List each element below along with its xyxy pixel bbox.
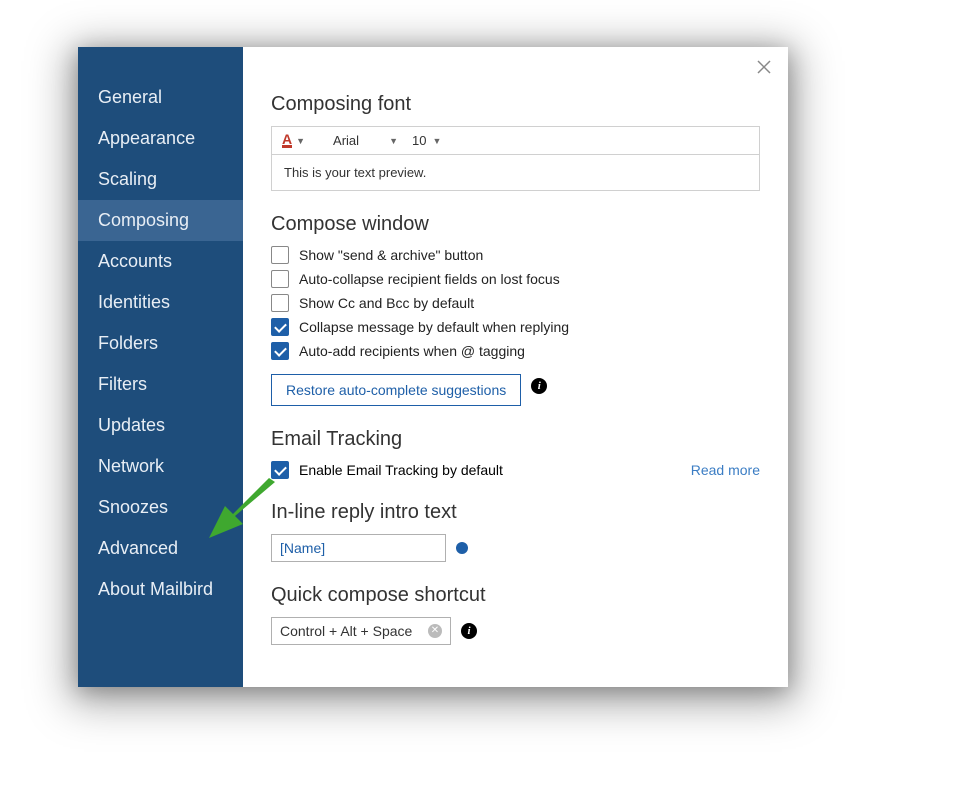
composing-font-title: Composing font — [271, 93, 760, 116]
sidebar-item-composing[interactable]: Composing — [78, 200, 243, 241]
checkbox-cc-bcc[interactable] — [271, 294, 289, 312]
inline-reply-input[interactable] — [271, 534, 446, 562]
font-preview: This is your text preview. — [271, 155, 760, 191]
option-auto-collapse: Auto-collapse recipient fields on lost f… — [271, 270, 760, 288]
font-family-value: Arial — [333, 133, 359, 148]
option-label: Auto-add recipients when @ tagging — [299, 343, 525, 359]
compose-window-title: Compose window — [271, 213, 760, 236]
info-icon[interactable]: i — [531, 378, 547, 394]
sidebar-item-updates[interactable]: Updates — [78, 405, 243, 446]
checkbox-auto-add[interactable] — [271, 342, 289, 360]
checkbox-email-tracking[interactable] — [271, 461, 289, 479]
chevron-down-icon: ▼ — [296, 136, 305, 146]
shortcut-value: Control + Alt + Space — [280, 623, 412, 639]
option-label: Collapse message by default when replyin… — [299, 319, 569, 335]
sidebar-item-folders[interactable]: Folders — [78, 323, 243, 364]
font-size-dropdown[interactable]: 10 ▼ — [412, 133, 441, 148]
font-color-icon: A — [282, 133, 292, 148]
shortcut-input[interactable]: Control + Alt + Space ✕ — [271, 617, 451, 645]
option-cc-bcc: Show Cc and Bcc by default — [271, 294, 760, 312]
tracking-row: Enable Email Tracking by default Read mo… — [271, 461, 760, 479]
option-label: Auto-collapse recipient fields on lost f… — [299, 271, 560, 287]
chevron-down-icon: ▼ — [432, 136, 441, 146]
inline-reply-row — [271, 534, 760, 562]
inline-reply-title: In-line reply intro text — [271, 501, 760, 524]
sidebar: General Appearance Scaling Composing Acc… — [78, 47, 243, 687]
sidebar-item-advanced[interactable]: Advanced — [78, 528, 243, 569]
option-auto-add: Auto-add recipients when @ tagging — [271, 342, 760, 360]
chevron-down-icon: ▼ — [389, 136, 398, 146]
close-icon — [757, 60, 771, 74]
close-button[interactable] — [754, 59, 774, 79]
sidebar-item-network[interactable]: Network — [78, 446, 243, 487]
font-size-value: 10 — [412, 133, 426, 148]
sidebar-item-filters[interactable]: Filters — [78, 364, 243, 405]
checkbox-collapse-reply[interactable] — [271, 318, 289, 336]
checkbox-auto-collapse[interactable] — [271, 270, 289, 288]
sidebar-item-identities[interactable]: Identities — [78, 282, 243, 323]
sidebar-item-accounts[interactable]: Accounts — [78, 241, 243, 282]
status-dot-icon — [456, 542, 468, 554]
sidebar-item-scaling[interactable]: Scaling — [78, 159, 243, 200]
sidebar-item-snoozes[interactable]: Snoozes — [78, 487, 243, 528]
sidebar-item-about[interactable]: About Mailbird — [78, 569, 243, 610]
sidebar-item-general[interactable]: General — [78, 77, 243, 118]
shortcut-row: Control + Alt + Space ✕ i — [271, 617, 760, 645]
read-more-link[interactable]: Read more — [691, 462, 760, 478]
clear-icon[interactable]: ✕ — [428, 624, 442, 638]
option-label: Show Cc and Bcc by default — [299, 295, 474, 311]
option-label: Show "send & archive" button — [299, 247, 483, 263]
font-family-dropdown[interactable]: Arial ▼ — [333, 133, 398, 148]
quick-compose-title: Quick compose shortcut — [271, 584, 760, 607]
restore-suggestions-button[interactable]: Restore auto-complete suggestions — [271, 374, 521, 406]
info-icon[interactable]: i — [461, 623, 477, 639]
main-panel: Composing font A ▼ Arial ▼ 10 ▼ This is … — [243, 47, 788, 687]
font-toolbar: A ▼ Arial ▼ 10 ▼ — [271, 126, 760, 155]
font-color-button[interactable]: A ▼ — [282, 133, 305, 148]
sidebar-item-appearance[interactable]: Appearance — [78, 118, 243, 159]
settings-dialog: General Appearance Scaling Composing Acc… — [78, 47, 788, 687]
option-send-archive: Show "send & archive" button — [271, 246, 760, 264]
option-label: Enable Email Tracking by default — [299, 462, 503, 478]
email-tracking-title: Email Tracking — [271, 428, 760, 451]
checkbox-send-archive[interactable] — [271, 246, 289, 264]
option-collapse-reply: Collapse message by default when replyin… — [271, 318, 760, 336]
